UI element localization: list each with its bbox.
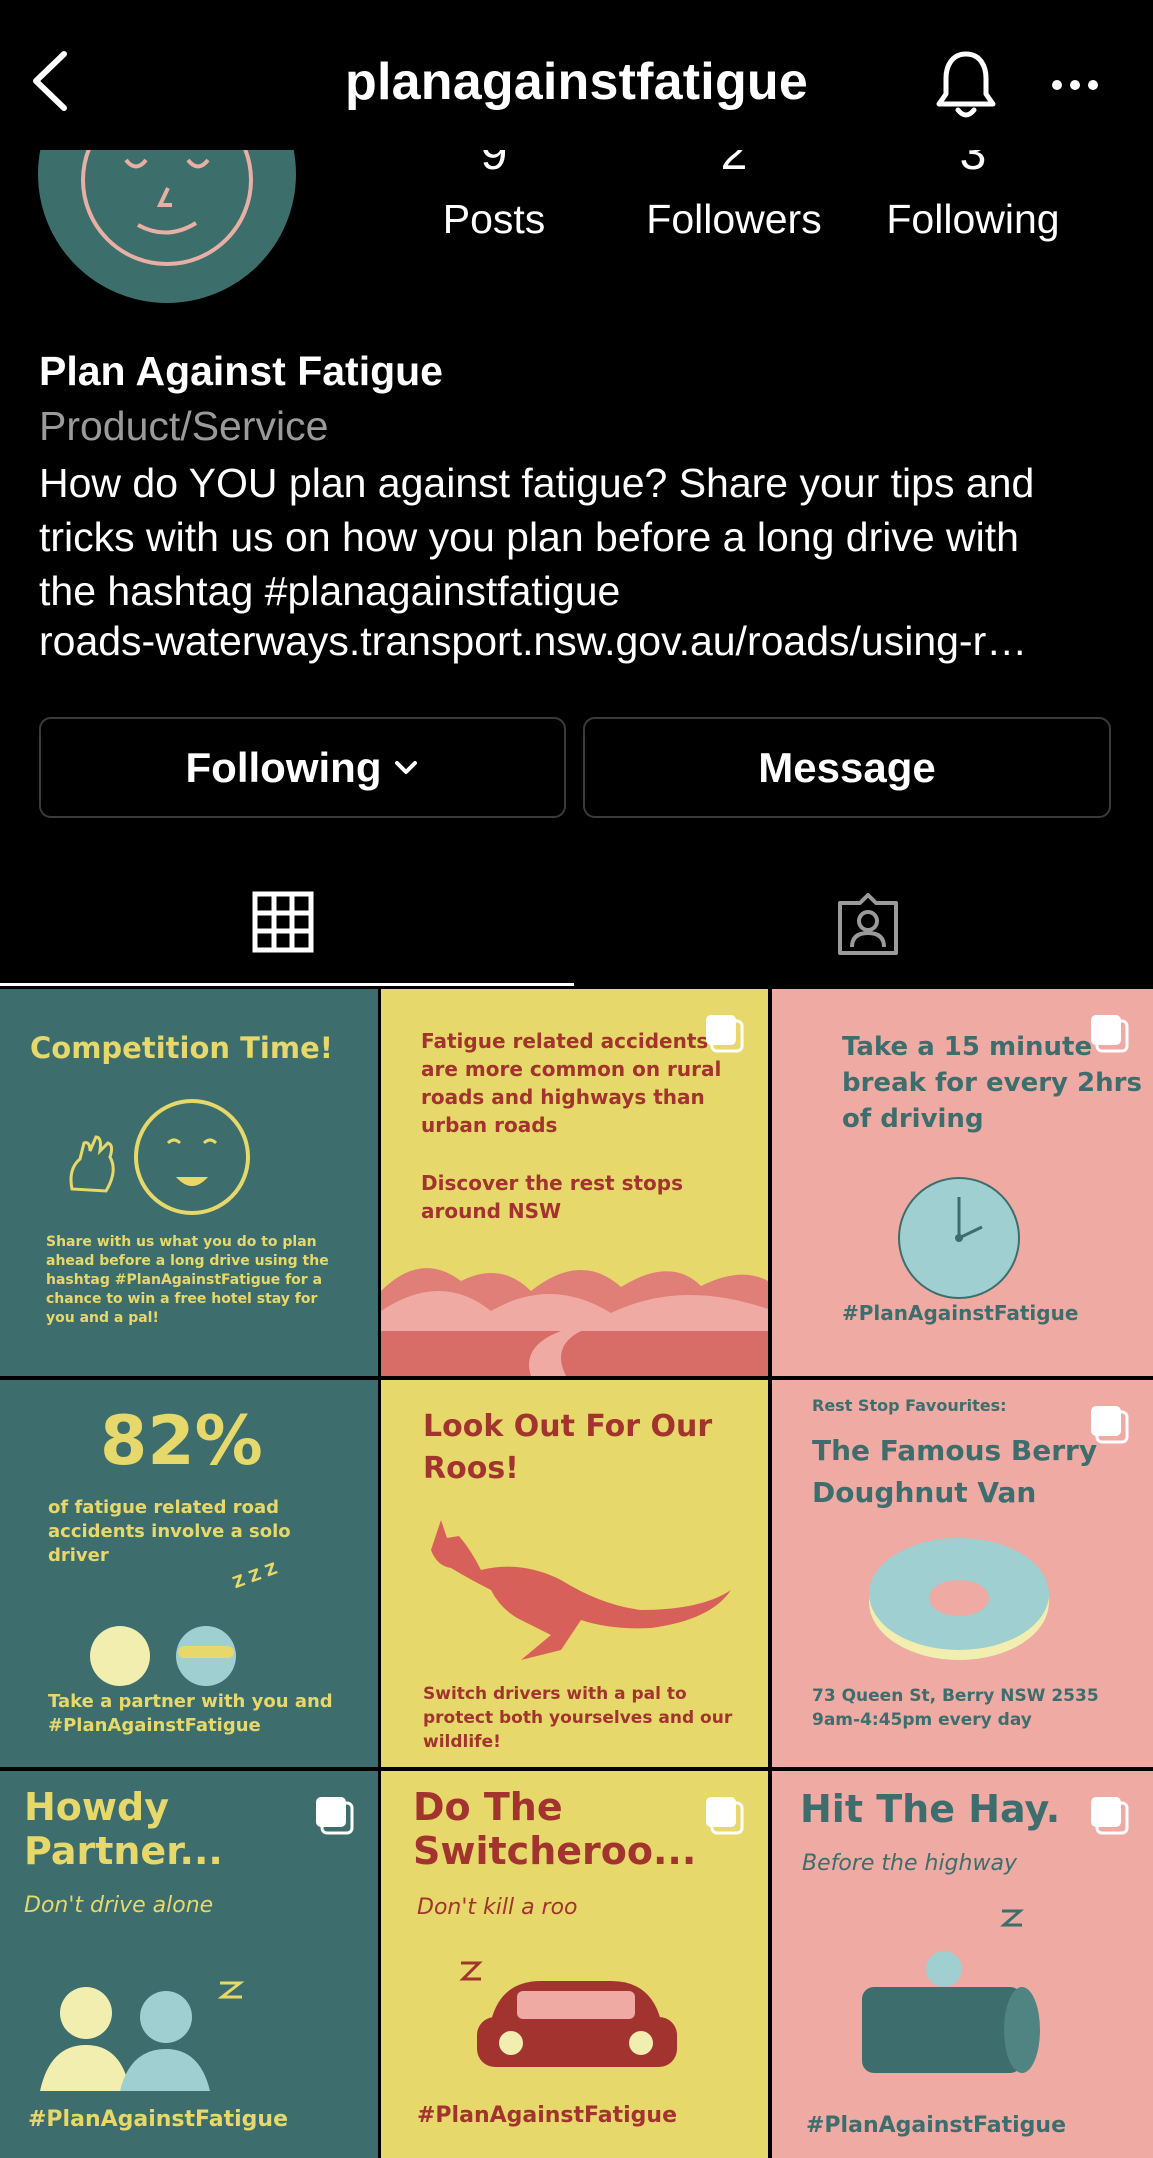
post-competition-time[interactable]: Competition Time! Share with us what you… bbox=[0, 989, 378, 1376]
post-hours: 9am-4:45pm every day bbox=[812, 1710, 1032, 1730]
doughnut-icon bbox=[869, 1538, 1049, 1660]
post-look-out-roos[interactable]: Look Out For Our Roos! Switch drivers wi… bbox=[381, 1380, 768, 1767]
tagged-icon[interactable] bbox=[834, 891, 902, 959]
following-label: Following bbox=[886, 196, 1060, 242]
profile-bio: How do YOU plan against fatigue? Share y… bbox=[39, 456, 1119, 618]
post-footer: Take a partner with you and #PlanAgainst… bbox=[48, 1691, 333, 1736]
profile-website-link[interactable]: roads-waterways.transport.nsw.gov.au/roa… bbox=[39, 618, 1119, 665]
following-button[interactable]: Following bbox=[39, 717, 566, 818]
chevron-down-icon bbox=[395, 760, 418, 774]
post-hashtag: #PlanAgainstFatigue bbox=[842, 1301, 1079, 1325]
message-button-label: Message bbox=[758, 743, 936, 791]
post-title: Look Out For Our Roos! bbox=[423, 1409, 713, 1486]
post-address: 73 Queen St, Berry NSW 2535 9am-4:45pm e… bbox=[812, 1684, 1142, 1732]
smiley-wave-icon bbox=[69, 1099, 250, 1215]
post-title: Howdy Partner... bbox=[24, 1785, 223, 1873]
post-rural-roads[interactable]: Fatigue related accidents are more commo… bbox=[381, 989, 768, 1376]
bell-icon[interactable] bbox=[934, 48, 998, 122]
post-switcheroo[interactable]: Do The Switcheroo... Don't kill a roo #P… bbox=[381, 1771, 768, 2158]
post-subtitle: Discover the rest stops around NSW bbox=[421, 1171, 683, 1223]
more-options-icon[interactable] bbox=[1050, 76, 1100, 94]
following-button-label: Following bbox=[185, 743, 382, 791]
bio-line: the hashtag #planagainstfatigue bbox=[39, 568, 621, 614]
post-title: Hit The Hay. bbox=[800, 1787, 1061, 1831]
post-hashtag: #PlanAgainstFatigue bbox=[417, 2103, 678, 2128]
profile-display-name: Plan Against Fatigue bbox=[39, 348, 443, 394]
followers-label: Followers bbox=[646, 196, 822, 242]
multiple-photos-icon bbox=[706, 1797, 744, 1835]
two-faces-icon bbox=[90, 1626, 236, 1686]
post-subtitle: of fatigue related road accidents involv… bbox=[48, 1497, 291, 1566]
multiple-photos-icon bbox=[1091, 1406, 1129, 1444]
bio-line: How do YOU plan against fatigue? Share y… bbox=[39, 460, 1035, 506]
multiple-photos-icon bbox=[706, 1015, 744, 1053]
post-subtitle: Don't drive alone bbox=[24, 1893, 214, 1918]
post-title: Competition Time! bbox=[30, 1031, 333, 1065]
post-title: Fatigue related accidents are more commo… bbox=[421, 1029, 722, 1137]
clock-icon bbox=[898, 1177, 1020, 1299]
bio-line: tricks with us on how you plan before a … bbox=[39, 514, 1019, 560]
message-button[interactable]: Message bbox=[583, 717, 1111, 818]
post-82-percent[interactable]: 82% of fatigue related road accidents in… bbox=[0, 1380, 378, 1767]
post-hashtag: #PlanAgainstFatigue bbox=[806, 2113, 1067, 2138]
post-address-line: 73 Queen St, Berry NSW 2535 bbox=[812, 1686, 1099, 1706]
active-tab-indicator bbox=[0, 983, 574, 986]
post-berry-doughnut-van[interactable]: Rest Stop Favourites: The Famous Berry D… bbox=[772, 1380, 1153, 1767]
post-body: Share with us what you do to plan ahead … bbox=[46, 1234, 329, 1326]
post-title: Do The Switcheroo... bbox=[413, 1785, 697, 1873]
post-footer: Switch drivers with a pal to protect bot… bbox=[423, 1684, 733, 1752]
multiple-photos-icon bbox=[1091, 1015, 1129, 1053]
post-hit-the-hay[interactable]: Hit The Hay. Before the highway #PlanAga… bbox=[772, 1771, 1153, 2158]
two-partners-icon bbox=[40, 1981, 245, 2091]
grid-icon[interactable] bbox=[252, 891, 314, 953]
kangaroo-icon bbox=[431, 1520, 731, 1660]
post-hashtag: #PlanAgainstFatigue bbox=[28, 2107, 289, 2132]
multiple-photos-icon bbox=[316, 1797, 354, 1835]
hills-road-illustration bbox=[381, 1268, 768, 1376]
top-bar: planagainstfatigue bbox=[0, 0, 1153, 150]
post-kicker: Rest Stop Favourites: bbox=[812, 1396, 1007, 1415]
post-howdy-partner[interactable]: Howdy Partner... Don't drive alone #Plan… bbox=[0, 1771, 378, 2158]
posts-label: Posts bbox=[442, 196, 546, 242]
multiple-photos-icon bbox=[1091, 1797, 1129, 1835]
car-icon bbox=[459, 1961, 677, 2067]
post-subtitle: Before the highway bbox=[802, 1851, 1017, 1876]
profile-category: Product/Service bbox=[39, 403, 329, 449]
posts-grid: Competition Time! Share with us what you… bbox=[0, 989, 1153, 2158]
post-15-minute-break[interactable]: Take a 15 minute break for every 2hrs of… bbox=[772, 989, 1153, 1376]
post-statistic: 82% bbox=[100, 1402, 263, 1481]
hay-bale-sleeper-icon bbox=[862, 1909, 1040, 2073]
post-subtitle: Don't kill a roo bbox=[417, 1895, 578, 1920]
